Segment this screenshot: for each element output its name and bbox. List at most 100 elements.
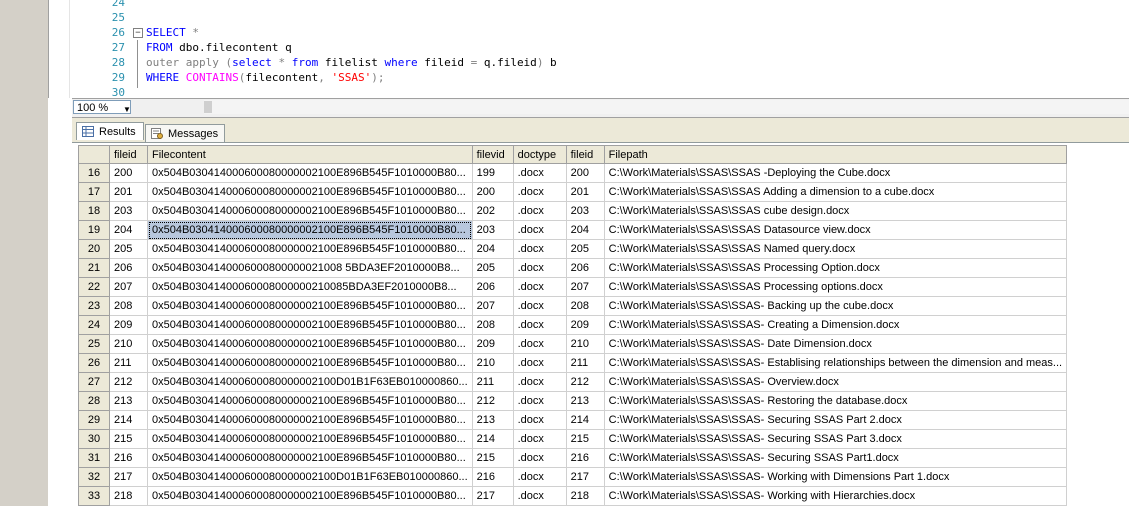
cell-filevid[interactable]: 209 bbox=[471, 334, 514, 354]
cell-fileid[interactable]: 200 bbox=[109, 163, 148, 183]
cell-content[interactable]: 0x504B03041400060008000000210085BDA3EF20… bbox=[147, 277, 473, 297]
cell-filevid[interactable]: 216 bbox=[471, 467, 514, 487]
cell-fileid[interactable]: 211 bbox=[109, 353, 148, 373]
column-header[interactable]: fileid bbox=[565, 145, 605, 164]
table-row[interactable]: 31 216 0x504B030414000600080000002100E896B… bbox=[78, 448, 1068, 468]
cell-path[interactable]: C:\Work\Materials\SSAS\SSAS- Date Dimens… bbox=[603, 334, 1068, 354]
table-row[interactable]: 17 201 0x504B030414000600080000002100E896B… bbox=[78, 182, 1068, 202]
query-editor[interactable]: 24 25 26− SELECT * 27 FROM dbo.filecontent q2… bbox=[48, 0, 1129, 98]
cell-filevid[interactable]: 208 bbox=[471, 315, 514, 335]
table-row[interactable]: 19 204 0x504B030414000600080000002100E896B… bbox=[78, 220, 1068, 240]
chevron-down-icon[interactable]: ▼ bbox=[123, 103, 131, 117]
cell-filevid[interactable]: 211 bbox=[471, 372, 514, 392]
cell-fileid2[interactable]: 203 bbox=[565, 201, 605, 221]
cell-filevid[interactable]: 203 bbox=[471, 220, 514, 240]
table-row[interactable]: 23 208 0x504B030414000600080000002100E896B… bbox=[78, 296, 1068, 316]
cell-doctype[interactable]: .docx bbox=[512, 429, 567, 449]
cell-doctype[interactable]: .docx bbox=[512, 182, 567, 202]
cell-path[interactable]: C:\Work\Materials\SSAS\SSAS- Creating a … bbox=[603, 315, 1068, 335]
cell-fileid[interactable]: 204 bbox=[109, 220, 148, 240]
code-line[interactable]: 30 bbox=[49, 85, 1129, 98]
cell-filevid[interactable]: 210 bbox=[471, 353, 514, 373]
cell-fileid2[interactable]: 207 bbox=[565, 277, 605, 297]
row-number[interactable]: 29 bbox=[78, 410, 110, 430]
cell-fileid[interactable]: 217 bbox=[109, 467, 148, 487]
row-number[interactable]: 25 bbox=[78, 334, 110, 354]
cell-fileid[interactable]: 213 bbox=[109, 391, 148, 411]
cell-filevid[interactable]: 206 bbox=[471, 277, 514, 297]
row-number[interactable]: 26 bbox=[78, 353, 110, 373]
cell-path[interactable]: C:\Work\Materials\SSAS\SSAS- Working wit… bbox=[603, 467, 1068, 487]
cell-content[interactable]: 0x504B0304140006000800000021008 5BDA3EF2… bbox=[147, 258, 473, 278]
cell-doctype[interactable]: .docx bbox=[512, 372, 567, 392]
row-number[interactable]: 24 bbox=[78, 315, 110, 335]
table-row[interactable]: 29 214 0x504B030414000600080000002100E896B… bbox=[78, 410, 1068, 430]
row-number[interactable]: 21 bbox=[78, 258, 110, 278]
cell-fileid[interactable]: 212 bbox=[109, 372, 148, 392]
cell-doctype[interactable]: .docx bbox=[512, 220, 567, 240]
row-number[interactable]: 23 bbox=[78, 296, 110, 316]
cell-content[interactable]: 0x504B030414000600080000002100E896B545F1… bbox=[147, 315, 473, 335]
table-row[interactable]: 18 203 0x504B030414000600080000002100E896B… bbox=[78, 201, 1068, 221]
cell-fileid2[interactable]: 206 bbox=[565, 258, 605, 278]
cell-fileid2[interactable]: 214 bbox=[565, 410, 605, 430]
table-row[interactable]: 26 211 0x504B030414000600080000002100E896B… bbox=[78, 353, 1068, 373]
cell-doctype[interactable]: .docx bbox=[512, 448, 567, 468]
row-number[interactable]: 33 bbox=[78, 486, 110, 506]
code-line[interactable]: 27 FROM dbo.filecontent q bbox=[49, 40, 1129, 55]
code-line[interactable]: 25 bbox=[49, 10, 1129, 25]
cell-doctype[interactable]: .docx bbox=[512, 467, 567, 487]
cell-doctype[interactable]: .docx bbox=[512, 201, 567, 221]
table-row[interactable]: 28 213 0x504B030414000600080000002100E896B… bbox=[78, 391, 1068, 411]
cell-fileid2[interactable]: 200 bbox=[565, 163, 605, 183]
cell-doctype[interactable]: .docx bbox=[512, 486, 567, 506]
cell-fileid[interactable]: 207 bbox=[109, 277, 148, 297]
row-number[interactable]: 32 bbox=[78, 467, 110, 487]
cell-fileid2[interactable]: 216 bbox=[565, 448, 605, 468]
table-row[interactable]: 30 215 0x504B030414000600080000002100E896B… bbox=[78, 429, 1068, 449]
cell-path[interactable]: C:\Work\Materials\SSAS\SSAS- Securing SS… bbox=[603, 448, 1068, 468]
cell-doctype[interactable]: .docx bbox=[512, 410, 567, 430]
row-number[interactable]: 20 bbox=[78, 239, 110, 259]
cell-fileid2[interactable]: 201 bbox=[565, 182, 605, 202]
cell-fileid2[interactable]: 218 bbox=[565, 486, 605, 506]
cell-fileid2[interactable]: 211 bbox=[565, 353, 605, 373]
cell-fileid[interactable]: 201 bbox=[109, 182, 148, 202]
cell-fileid2[interactable]: 208 bbox=[565, 296, 605, 316]
cell-filevid[interactable]: 202 bbox=[471, 201, 514, 221]
table-row[interactable]: 16 200 0x504B030414000600080000002100E896B… bbox=[78, 163, 1068, 183]
cell-path[interactable]: C:\Work\Materials\SSAS\SSAS Processing o… bbox=[603, 277, 1068, 297]
cell-content[interactable]: 0x504B030414000600080000002100E896B545F1… bbox=[147, 239, 473, 259]
cell-content[interactable]: 0x504B030414000600080000002100E896B545F1… bbox=[147, 163, 473, 183]
cell-content[interactable]: 0x504B030414000600080000002100E896B545F1… bbox=[147, 410, 473, 430]
cell-content[interactable]: 0x504B030414000600080000002100E896B545F1… bbox=[147, 353, 473, 373]
cell-path[interactable]: C:\Work\Materials\SSAS\SSAS- Securing SS… bbox=[603, 429, 1068, 449]
cell-path[interactable]: C:\Work\Materials\SSAS\SSAS- Securing SS… bbox=[603, 410, 1068, 430]
horizontal-scrollbar[interactable] bbox=[204, 100, 1129, 114]
cell-fileid2[interactable]: 215 bbox=[565, 429, 605, 449]
cell-path[interactable]: C:\Work\Materials\SSAS\SSAS -Deploying t… bbox=[603, 163, 1068, 183]
cell-fileid[interactable]: 210 bbox=[109, 334, 148, 354]
cell-path[interactable]: C:\Work\Materials\SSAS\SSAS- Backing up … bbox=[603, 296, 1068, 316]
cell-filevid[interactable]: 213 bbox=[471, 410, 514, 430]
cell-filevid[interactable]: 217 bbox=[471, 486, 514, 506]
results-grid[interactable]: fileid Filecontent filevid doctype fileid Fil… bbox=[78, 145, 1068, 506]
table-row[interactable]: 32 217 0x504B030414000600080000002100D01B1… bbox=[78, 467, 1068, 487]
cell-fileid[interactable]: 205 bbox=[109, 239, 148, 259]
cell-fileid[interactable]: 215 bbox=[109, 429, 148, 449]
cell-path[interactable]: C:\Work\Materials\SSAS\SSAS- Overview.do… bbox=[603, 372, 1068, 392]
cell-fileid[interactable]: 206 bbox=[109, 258, 148, 278]
cell-fileid2[interactable]: 209 bbox=[565, 315, 605, 335]
row-number[interactable]: 31 bbox=[78, 448, 110, 468]
cell-doctype[interactable]: .docx bbox=[512, 258, 567, 278]
collapse-icon[interactable]: − bbox=[133, 28, 143, 38]
row-number[interactable]: 27 bbox=[78, 372, 110, 392]
cell-path[interactable]: C:\Work\Materials\SSAS\SSAS cube design.… bbox=[603, 201, 1068, 221]
code-line[interactable]: 28 outer apply (select * from filelist wh… bbox=[49, 55, 1129, 70]
cell-filevid[interactable]: 199 bbox=[471, 163, 514, 183]
cell-filevid[interactable]: 207 bbox=[471, 296, 514, 316]
cell-fileid[interactable]: 216 bbox=[109, 448, 148, 468]
code-line[interactable]: 24 bbox=[49, 0, 1129, 10]
cell-content[interactable]: 0x504B030414000600080000002100E896B545F1… bbox=[147, 334, 473, 354]
scrollbar-thumb[interactable] bbox=[204, 101, 212, 113]
